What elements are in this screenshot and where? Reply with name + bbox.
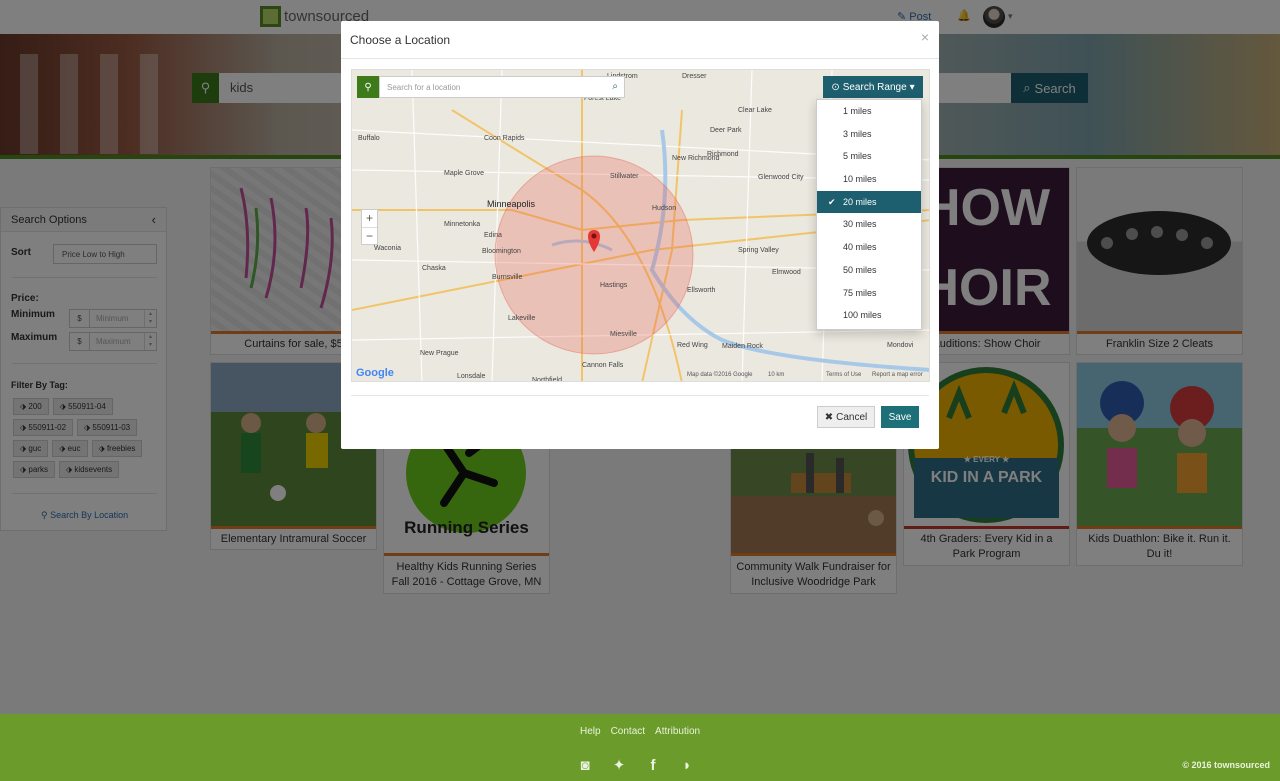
close-icon: ✖: [824, 411, 834, 423]
range-option[interactable]: 5 miles: [817, 145, 921, 168]
map-label: Hudson: [652, 205, 676, 212]
range-option-label: 5 miles: [843, 151, 872, 162]
zoom-out-button[interactable]: −: [362, 227, 377, 244]
instagram-icon[interactable]: ◙: [577, 758, 593, 774]
range-option-selected[interactable]: ✔ 20 miles: [817, 190, 921, 214]
copyright: © 2016 townsourced: [1182, 760, 1270, 770]
map-label: Mondovi: [887, 342, 914, 349]
modal-title: Choose a Location: [350, 33, 451, 47]
footer-links: Help Contact Attribution: [580, 726, 700, 737]
range-option[interactable]: 40 miles: [817, 236, 921, 259]
range-option-label: 30 miles: [843, 219, 877, 230]
location-search-placeholder: Search for a location: [387, 83, 461, 92]
save-button[interactable]: Save: [881, 406, 919, 428]
map-label: Miesville: [610, 331, 637, 338]
search-icon[interactable]: ⌕: [612, 81, 618, 92]
twitter-icon[interactable]: ✦: [611, 758, 627, 774]
facebook-icon[interactable]: f: [645, 758, 661, 774]
search-range-button[interactable]: ⊙ Search Range ▾: [823, 76, 923, 98]
map-label: Minneapolis: [487, 199, 536, 209]
map-label: Deer Park: [710, 127, 742, 134]
footer: Help Contact Attribution ◙ ✦ f ◗ © 2016 …: [0, 714, 1280, 781]
terms-link[interactable]: Terms of Use: [826, 372, 861, 378]
map-label: Bloomington: [482, 248, 521, 255]
crosshair-icon: ⊙: [831, 81, 840, 93]
footer-link-help[interactable]: Help: [580, 726, 601, 737]
map-label: Red Wing: [677, 342, 708, 349]
footer-link-contact[interactable]: Contact: [611, 726, 645, 737]
check-icon: ✔: [828, 196, 836, 207]
range-option-label: 40 miles: [843, 242, 877, 253]
map-label: Maiden Rock: [722, 343, 763, 350]
location-search-input[interactable]: Search for a location ⌕: [379, 76, 625, 98]
google-logo: Google: [356, 367, 394, 379]
range-option[interactable]: 50 miles: [817, 259, 921, 282]
cancel-label: Cancel: [836, 411, 868, 423]
map-label: Spring Valley: [738, 247, 779, 254]
map-label: Glenwood City: [758, 174, 804, 181]
range-option[interactable]: 3 miles: [817, 123, 921, 146]
caret-down-icon: ▾: [909, 81, 915, 93]
report-map-error-link[interactable]: Report a map error: [872, 372, 923, 378]
range-option[interactable]: 100 miles: [817, 304, 921, 327]
map-scale: 10 km: [768, 372, 785, 378]
modal-footer-divider: [351, 395, 929, 396]
map-label: Edina: [484, 232, 502, 239]
map-label: Ellsworth: [687, 287, 716, 294]
map-label: Cannon Falls: [582, 362, 624, 369]
map-label: Waconia: [374, 245, 401, 252]
search-range-label: Search Range: [842, 81, 907, 93]
range-option[interactable]: 30 miles: [817, 213, 921, 236]
range-option-label: 1 miles: [843, 106, 872, 116]
map-label: Northfield: [532, 377, 562, 382]
map-label: Clear Lake: [738, 107, 772, 114]
social-icons: ◙ ✦ f ◗: [577, 758, 695, 774]
map-label: Buffalo: [358, 135, 380, 142]
map-label: Lakeville: [508, 315, 535, 322]
range-option[interactable]: 1 miles: [817, 100, 921, 123]
map-label: New Prague: [420, 350, 459, 357]
range-option[interactable]: 75 miles: [817, 282, 921, 305]
modal-header-divider: [341, 58, 939, 59]
range-option-label: 10 miles: [843, 174, 877, 185]
map-label: Burnsville: [492, 274, 522, 281]
range-option-label: 75 miles: [843, 287, 877, 298]
map-label: Hastings: [600, 282, 628, 289]
footer-link-attribution[interactable]: Attribution: [655, 726, 700, 737]
range-option[interactable]: 10 miles: [817, 168, 921, 191]
range-option-label: 20 miles: [843, 196, 877, 207]
map-label: Chaska: [422, 265, 446, 272]
map-label: Coon Rapids: [484, 135, 525, 142]
map-label: Minnetonka: [444, 221, 480, 228]
zoom-controls: + −: [361, 209, 378, 245]
map-label: Lonsdale: [457, 373, 486, 380]
close-icon[interactable]: ×: [921, 29, 929, 45]
search-range-menu: 1 miles 3 miles 5 miles 10 miles ✔ 20 mil…: [816, 99, 922, 330]
map-label: Dresser: [682, 73, 707, 80]
map-marker-icon[interactable]: ⚲: [357, 76, 379, 98]
map-label: Elmwood: [772, 269, 801, 276]
zoom-in-button[interactable]: +: [362, 210, 377, 227]
rss-icon[interactable]: ◗: [679, 758, 695, 774]
range-option-label: 100 miles: [843, 310, 882, 321]
map-search-bar: ⚲ Search for a location ⌕: [357, 76, 625, 98]
map-label: Richmond: [707, 151, 739, 158]
map-data-credit: Map data ©2016 Google: [687, 372, 753, 378]
map-label: Stillwater: [610, 173, 639, 180]
range-option-label: 3 miles: [843, 128, 872, 139]
range-option-label: 50 miles: [843, 264, 877, 275]
map-label: Maple Grove: [444, 170, 484, 177]
cancel-button[interactable]: ✖ Cancel: [817, 406, 875, 428]
